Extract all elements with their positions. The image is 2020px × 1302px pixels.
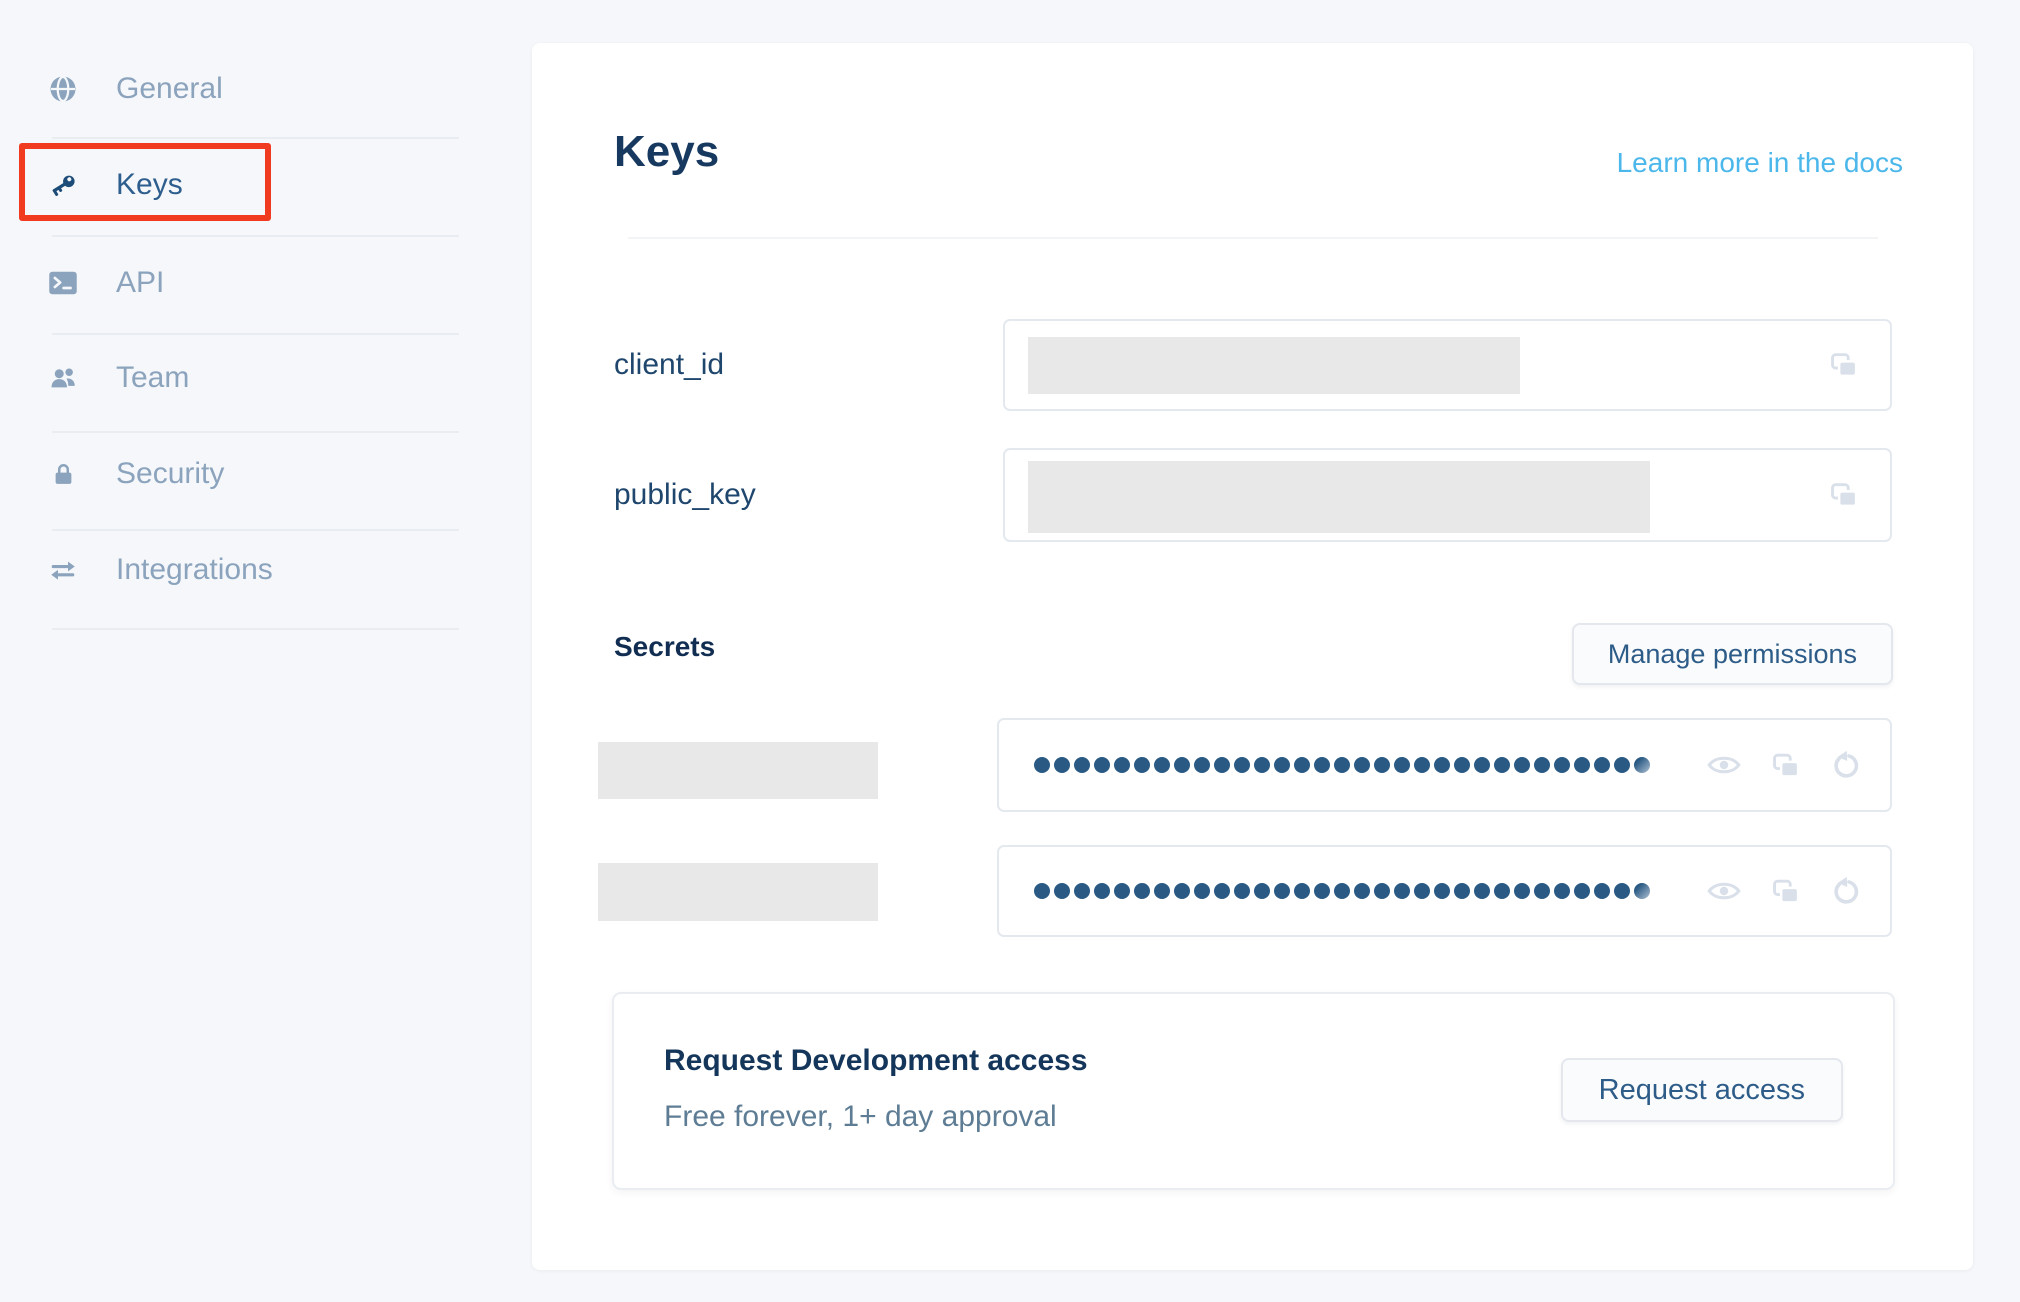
masked-secret-dots: [1034, 847, 1650, 935]
secret-actions: [1706, 847, 1862, 935]
secret-name-redacted: [598, 742, 878, 799]
manage-permissions-button[interactable]: Manage permissions: [1572, 623, 1893, 685]
sidebar-item-label: API: [116, 266, 164, 300]
client-id-value-box[interactable]: [1003, 319, 1892, 411]
sidebar-divider: [52, 235, 459, 237]
public-key-redacted-value: [1028, 461, 1650, 533]
red-highlight-box: [19, 143, 271, 221]
lock-icon: [48, 459, 78, 489]
sidebar-item-label: Security: [116, 457, 224, 491]
transfer-arrows-icon: [48, 555, 78, 585]
public-key-label: public_key: [614, 478, 756, 512]
eye-icon[interactable]: [1706, 878, 1742, 904]
secret-name-redacted: [598, 863, 878, 921]
sidebar-item-team[interactable]: Team: [48, 351, 189, 405]
copy-icon[interactable]: [1770, 877, 1802, 906]
globe-icon: [48, 74, 78, 104]
sidebar-divider: [52, 137, 459, 139]
development-access-card: Request Development access Free forever,…: [612, 992, 1895, 1190]
sidebar-item-label: Team: [116, 361, 189, 395]
eye-icon[interactable]: [1706, 752, 1742, 778]
sidebar-divider: [52, 529, 459, 531]
reset-icon[interactable]: [1830, 749, 1862, 781]
copy-icon[interactable]: [1828, 481, 1860, 510]
terminal-icon: [48, 268, 78, 298]
sidebar-divider: [52, 431, 459, 433]
keys-panel: Keys Learn more in the docs client_id pu…: [532, 43, 1973, 1270]
secret-value-box[interactable]: [997, 718, 1892, 812]
secret-actions: [1706, 720, 1862, 810]
promo-subtitle: Free forever, 1+ day approval: [664, 1100, 1057, 1134]
public-key-value-box[interactable]: [1003, 448, 1892, 542]
masked-secret-dots: [1034, 720, 1650, 810]
header-divider: [628, 237, 1878, 239]
sidebar-item-general[interactable]: General: [48, 62, 223, 116]
request-access-button[interactable]: Request access: [1561, 1058, 1843, 1122]
sidebar-item-label: Integrations: [116, 553, 273, 587]
page-title: Keys: [614, 127, 719, 177]
copy-icon[interactable]: [1828, 351, 1860, 380]
sidebar-divider: [52, 333, 459, 335]
promo-title: Request Development access: [664, 1044, 1088, 1078]
client-id-redacted-value: [1028, 337, 1520, 394]
reset-icon[interactable]: [1830, 875, 1862, 907]
secret-value-box[interactable]: [997, 845, 1892, 937]
sidebar-item-security[interactable]: Security: [48, 447, 224, 501]
secrets-heading: Secrets: [614, 631, 715, 663]
sidebar-divider: [52, 628, 459, 630]
sidebar-item-label: General: [116, 72, 223, 106]
sidebar-item-api[interactable]: API: [48, 256, 164, 310]
client-id-label: client_id: [614, 348, 724, 382]
copy-icon[interactable]: [1770, 751, 1802, 780]
docs-link[interactable]: Learn more in the docs: [1617, 147, 1903, 179]
team-icon: [48, 363, 78, 393]
settings-page: General Keys: [0, 0, 2020, 1302]
sidebar-item-integrations[interactable]: Integrations: [48, 543, 273, 597]
